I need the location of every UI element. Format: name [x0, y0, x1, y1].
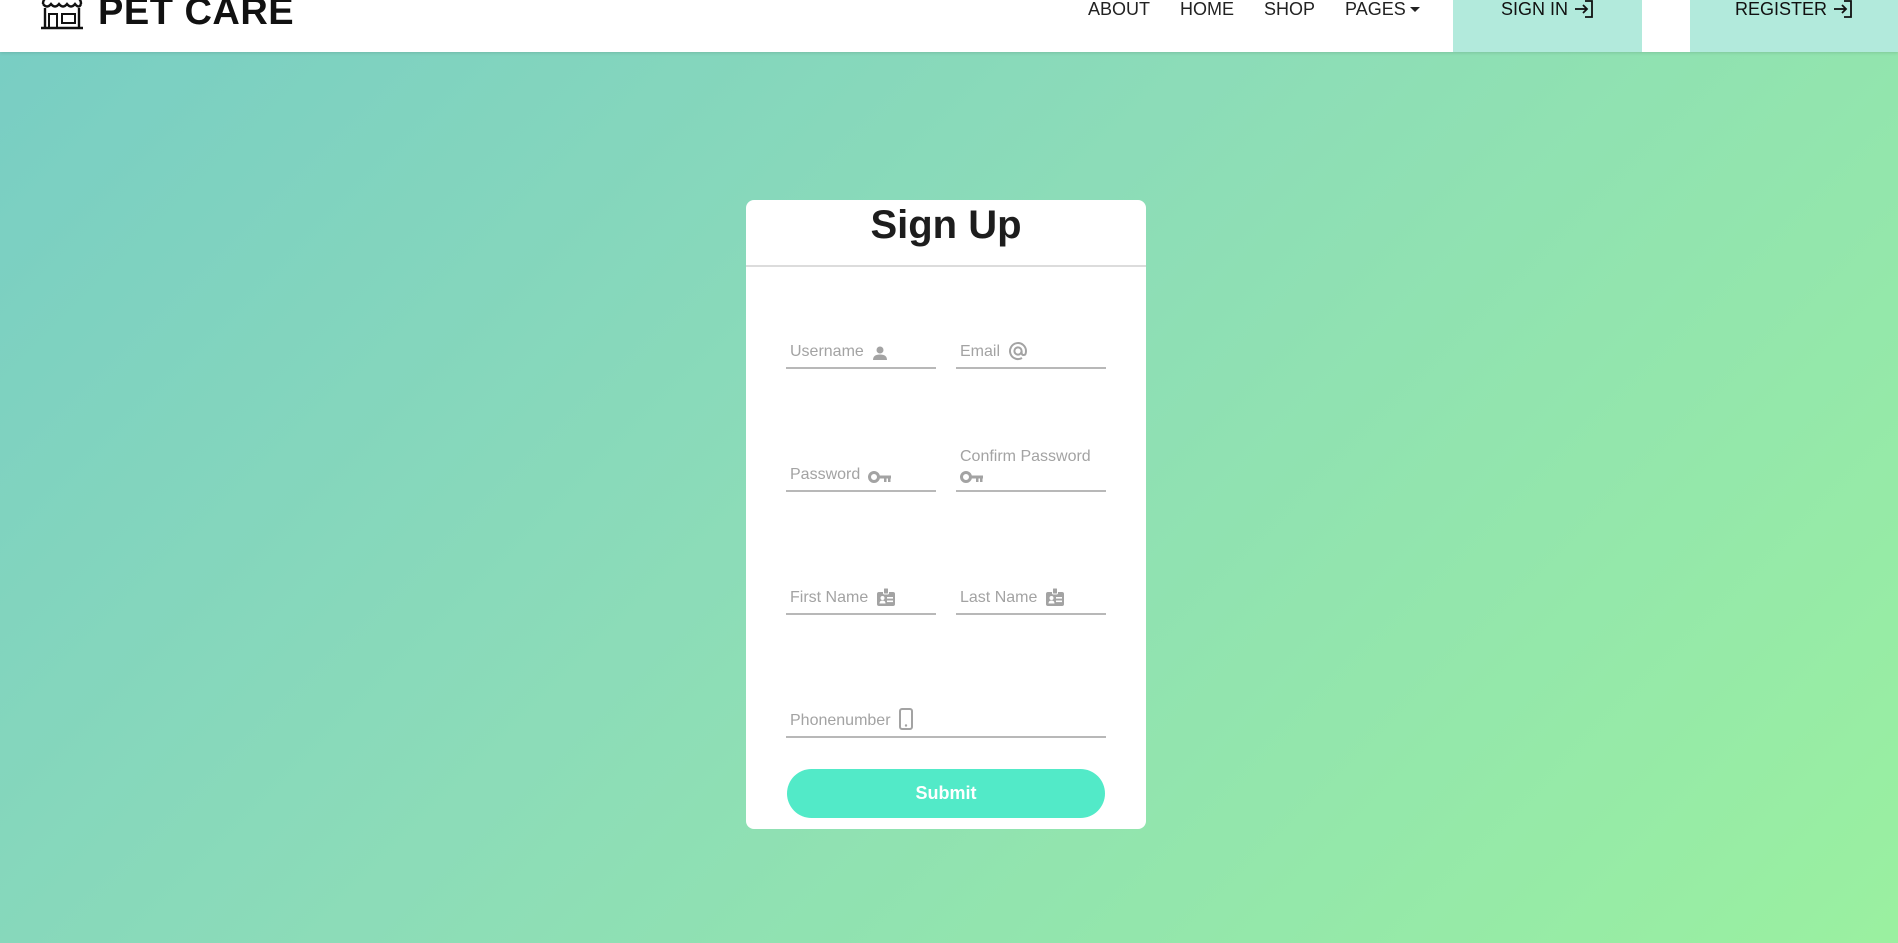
id-badge-icon	[1045, 587, 1065, 607]
last-name-field[interactable]: Last Name	[956, 563, 1106, 615]
sign-in-icon	[1575, 0, 1593, 18]
phone-number-placeholder: Phonenumber	[790, 712, 891, 729]
key-icon	[868, 470, 892, 484]
brand[interactable]: PET CARE	[40, 0, 294, 38]
signup-card: Sign Up Username Email Password Confirm …	[746, 200, 1146, 829]
email-field[interactable]: Email	[956, 317, 1106, 369]
nav-link-pages-label: PAGES	[1345, 0, 1406, 19]
key-icon	[960, 470, 984, 484]
email-placeholder: Email	[960, 343, 1001, 360]
nav-links: ABOUT HOME SHOP PAGES	[1088, 0, 1450, 20]
nav-link-about[interactable]: ABOUT	[1088, 0, 1150, 20]
nav-link-shop[interactable]: SHOP	[1264, 0, 1315, 20]
storefront-icon	[41, 0, 83, 30]
sign-in-button[interactable]: SIGN IN	[1453, 0, 1642, 52]
caret-down-icon	[1409, 6, 1420, 12]
confirm-password-field[interactable]: Confirm Password	[956, 430, 1106, 492]
register-label: REGISTER	[1734, 0, 1827, 19]
register-icon	[1834, 0, 1852, 18]
user-icon	[872, 345, 888, 361]
brand-name: PET CARE	[98, 0, 295, 33]
first-name-field[interactable]: First Name	[786, 563, 936, 615]
password-placeholder: Password	[790, 466, 861, 483]
first-name-placeholder: First Name	[790, 589, 869, 606]
register-button[interactable]: REGISTER	[1690, 0, 1898, 52]
last-name-placeholder: Last Name	[960, 589, 1038, 606]
confirm-password-placeholder: Confirm Password	[960, 448, 1091, 465]
nav-dropdown-pages[interactable]: PAGES	[1345, 0, 1420, 20]
id-badge-icon	[876, 587, 896, 607]
signup-title: Sign Up	[746, 200, 1146, 267]
password-field[interactable]: Password	[786, 440, 936, 492]
username-field[interactable]: Username	[786, 317, 936, 369]
submit-button[interactable]: Submit	[787, 769, 1105, 818]
mobile-phone-icon	[898, 708, 913, 730]
navbar: PET CARE ABOUT HOME SHOP PAGES SIGN IN R…	[0, 0, 1898, 52]
at-sign-icon	[1008, 341, 1028, 361]
nav-link-home[interactable]: HOME	[1180, 0, 1234, 20]
sign-in-label: SIGN IN	[1500, 0, 1568, 19]
username-placeholder: Username	[790, 343, 864, 360]
phone-number-field[interactable]: Phonenumber	[786, 686, 1106, 738]
